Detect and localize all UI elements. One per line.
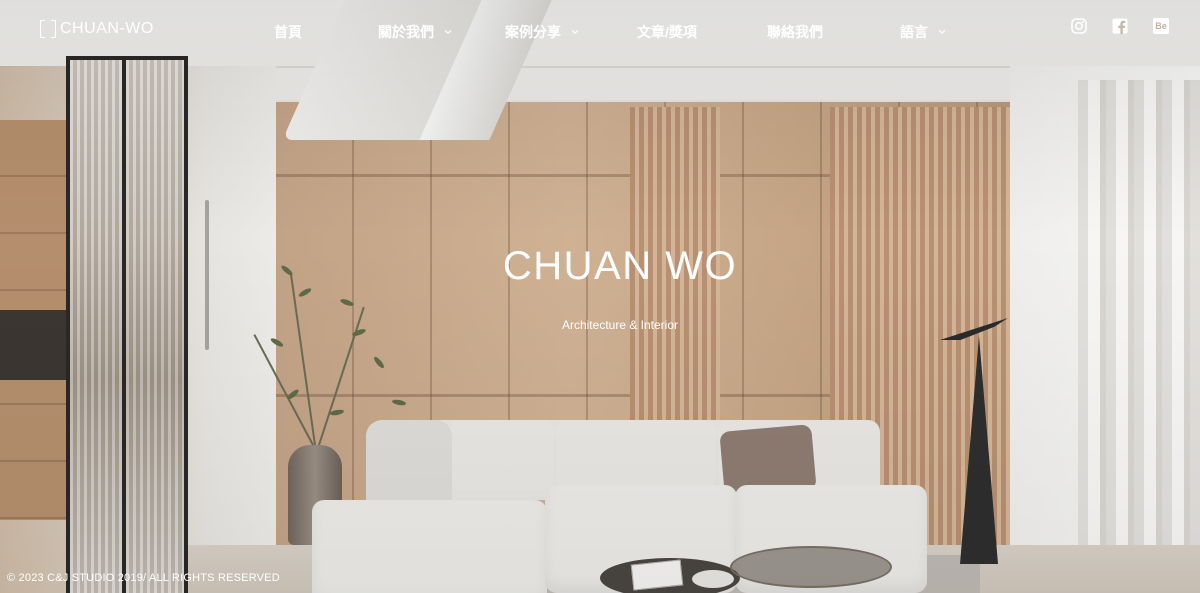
nav-item-about[interactable]: 關於我們 [378, 22, 452, 42]
chevron-down-icon [571, 29, 579, 35]
nav-item-home[interactable]: 首頁 [274, 22, 302, 42]
nav-item-label: 首頁 [274, 24, 302, 40]
nav-item-articles[interactable]: 文章/獎項 [637, 22, 697, 42]
facebook-link[interactable] [1111, 17, 1129, 35]
hero-background-image [0, 0, 1200, 593]
image-overlay [0, 0, 1200, 593]
chevron-down-icon [938, 29, 946, 35]
behance-link[interactable]: Be [1152, 17, 1170, 35]
nav-item-label: 關於我們 [378, 24, 434, 40]
hero-subtitle: Architecture & Interior [561, 318, 679, 332]
instagram-link[interactable] [1070, 17, 1088, 35]
nav-item-contact[interactable]: 聯絡我們 [767, 22, 823, 42]
logo-text: CHUAN-WO [60, 20, 154, 37]
footer-copyright: © 2023 C&J STUDIO 2019/ ALL RIGHTS RESER… [7, 572, 280, 584]
nav-item-label: 聯絡我們 [767, 24, 823, 40]
nav-item-label: 文章/獎項 [637, 24, 697, 40]
facebook-icon [1112, 18, 1128, 34]
nav-item-label: 語言 [900, 24, 928, 40]
nav-item-projects[interactable]: 案例分享 [505, 22, 579, 42]
site-logo[interactable]: CHUAN-WO [40, 20, 154, 38]
instagram-icon [1071, 18, 1087, 34]
behance-icon: Be [1153, 18, 1169, 34]
chevron-down-icon [444, 29, 452, 35]
hero-title: CHUAN WO [502, 244, 738, 288]
nav-item-label: 案例分享 [505, 24, 561, 40]
site-header: CHUAN-WO 首頁 關於我們 案例分享 文章/獎項 聯絡我們 語言 Be [0, 0, 1200, 64]
logo-mark-icon [40, 20, 56, 38]
nav-item-language[interactable]: 語言 [900, 22, 946, 42]
